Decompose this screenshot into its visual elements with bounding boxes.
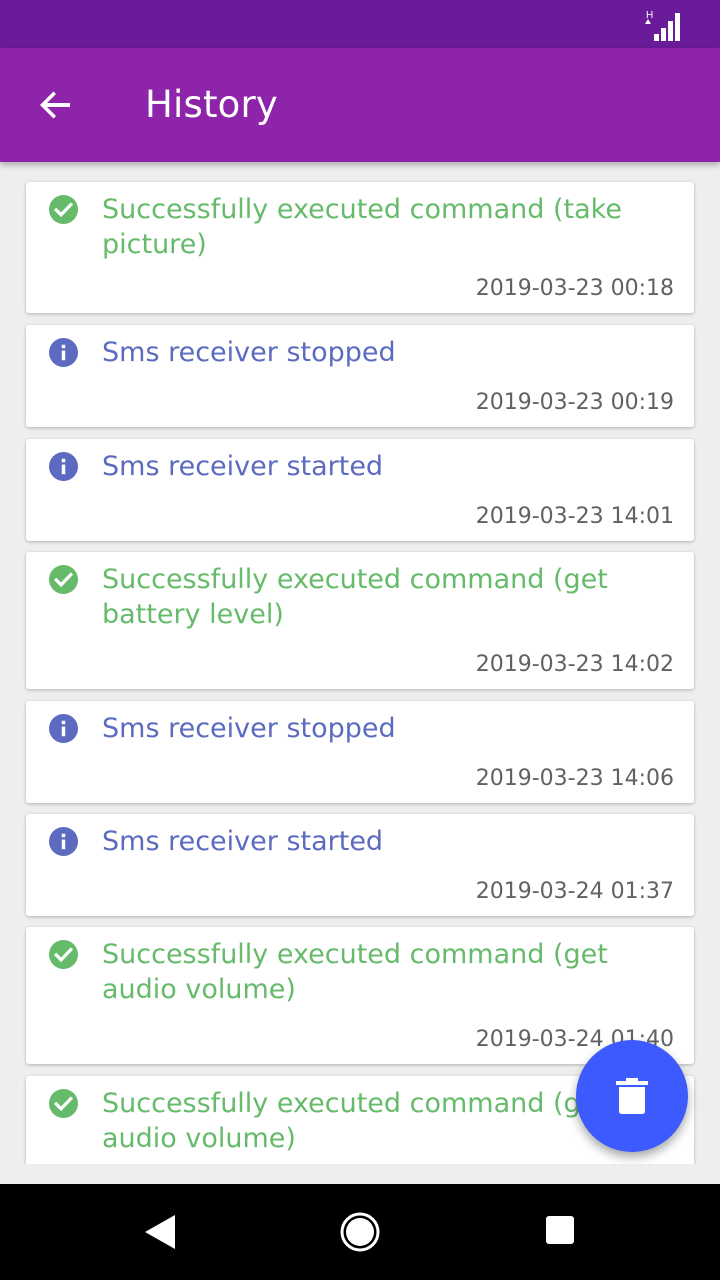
info-circle-icon (48, 337, 79, 368)
history-card[interactable]: Sms receiver stopped 2019-03-23 14:06 (26, 701, 694, 803)
history-message: Successfully executed command (take pict… (102, 194, 622, 260)
info-circle-icon (48, 451, 79, 482)
history-card[interactable]: Sms receiver started 2019-03-24 01:37 (26, 814, 694, 916)
info-circle-icon (48, 713, 79, 744)
nav-back-icon[interactable] (140, 1212, 180, 1252)
check-circle-icon (48, 194, 79, 225)
signal-bars-icon: H (645, 10, 680, 41)
arrow-back-icon[interactable] (36, 85, 76, 125)
history-card[interactable]: Sms receiver started 2019-03-23 14:01 (26, 439, 694, 541)
delete-history-button[interactable] (576, 1040, 688, 1152)
app-bar: History (0, 48, 720, 162)
check-circle-icon (48, 564, 79, 595)
history-timestamp: 2019-03-23 14:01 (475, 504, 674, 529)
history-message: Sms receiver stopped (102, 713, 396, 744)
history-message: Successfully executed command (get batte… (102, 564, 608, 630)
page-title: History (145, 83, 279, 126)
check-circle-icon (48, 1088, 79, 1119)
check-circle-icon (48, 939, 79, 970)
history-timestamp: 2019-03-23 14:06 (475, 766, 674, 791)
history-message: Successfully executed command (get audio… (102, 939, 608, 1005)
history-timestamp: 2019-03-23 00:19 (475, 390, 674, 415)
network-type-label: H (646, 10, 653, 21)
history-message: Sms receiver stopped (102, 337, 396, 368)
history-card[interactable]: Successfully executed command (get batte… (26, 552, 694, 689)
history-message: Sms receiver started (102, 826, 384, 857)
history-card[interactable]: Sms receiver stopped 2019-03-23 00:19 (26, 325, 694, 427)
history-message: Sms receiver started (102, 451, 384, 482)
nav-recents-icon[interactable] (542, 1212, 582, 1252)
history-timestamp: 2019-03-23 00:18 (475, 276, 674, 301)
nav-home-icon[interactable] (340, 1212, 380, 1252)
trash-icon (616, 1078, 648, 1114)
history-timestamp: 2019-03-23 14:02 (475, 652, 674, 677)
history-timestamp: 2019-03-24 01:37 (475, 879, 674, 904)
status-bar: H (0, 0, 720, 48)
history-card[interactable]: Successfully executed command (take pict… (26, 182, 694, 313)
history-card[interactable]: Successfully executed command (get audio… (26, 927, 694, 1064)
system-nav-bar (0, 1184, 720, 1280)
info-circle-icon (48, 826, 79, 857)
history-list[interactable]: Successfully executed command (take pict… (0, 162, 720, 1164)
